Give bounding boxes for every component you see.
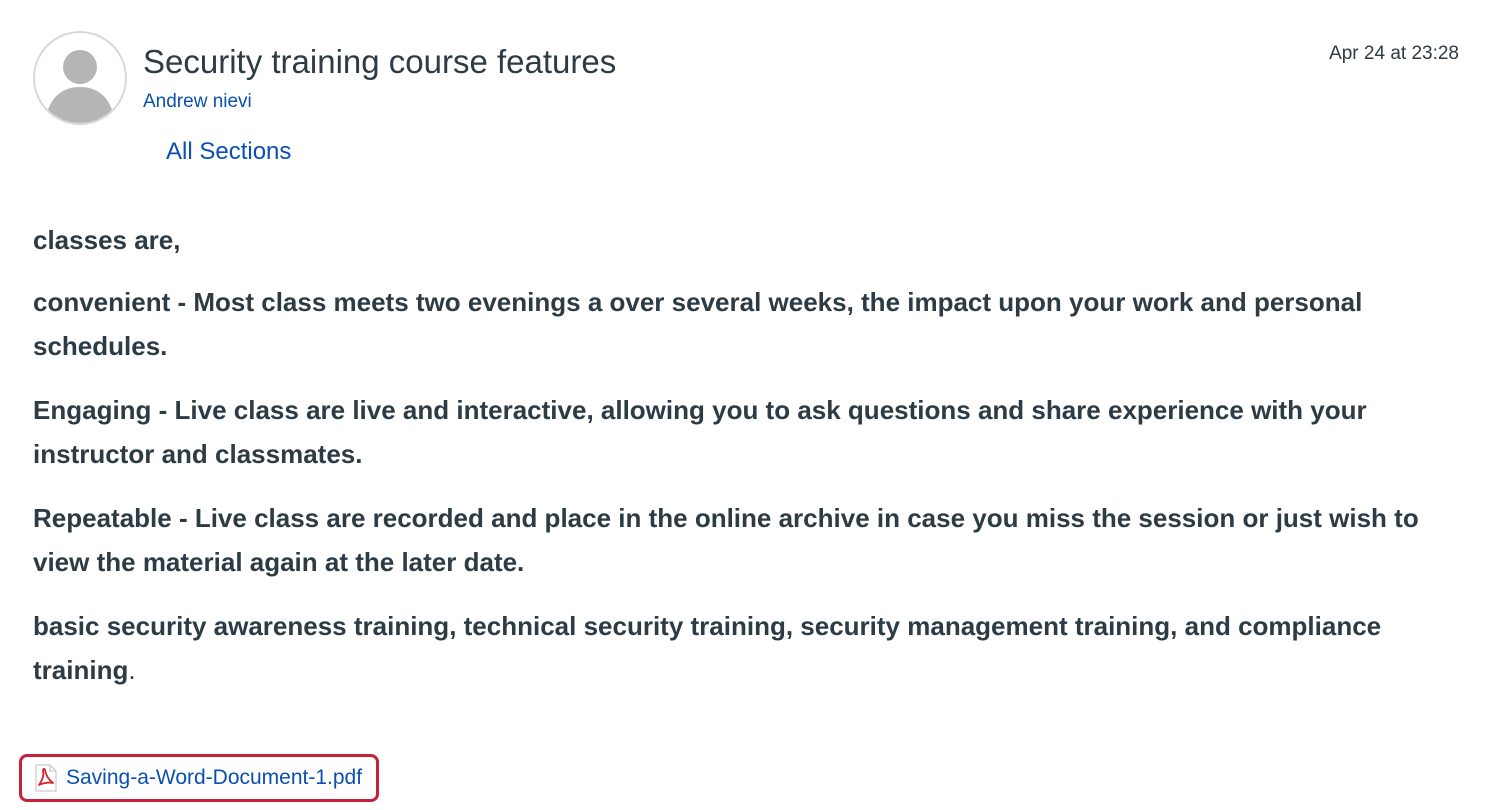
trailing-period: . — [128, 655, 136, 685]
attachment-filename: Saving-a-Word-Document-1.pdf — [66, 766, 363, 789]
body-paragraph: classes are, — [33, 225, 181, 255]
body-paragraph: Repeatable - Live class are recorded and… — [33, 503, 1419, 577]
body-paragraph: convenient - Most class meets two evenin… — [33, 287, 1363, 361]
attachment-link[interactable]: Saving-a-Word-Document-1.pdf — [19, 754, 380, 802]
post-body: classes are, convenient - Most class mee… — [33, 218, 1453, 712]
post-title: Security training course features — [143, 43, 617, 80]
pdf-file-icon — [34, 764, 58, 792]
author-avatar[interactable] — [33, 31, 127, 125]
post-timestamp: Apr 24 at 23:28 — [1329, 43, 1459, 64]
all-sections-link[interactable]: All Sections — [166, 136, 291, 168]
body-paragraph: Engaging - Live class are live and inter… — [33, 395, 1367, 469]
body-paragraph-text: basic security awareness training, techn… — [33, 611, 1382, 685]
default-avatar-icon — [45, 50, 115, 123]
author-name-link[interactable]: Andrew nievi — [143, 90, 252, 114]
body-paragraph-last: basic security awareness training, techn… — [33, 604, 1453, 692]
